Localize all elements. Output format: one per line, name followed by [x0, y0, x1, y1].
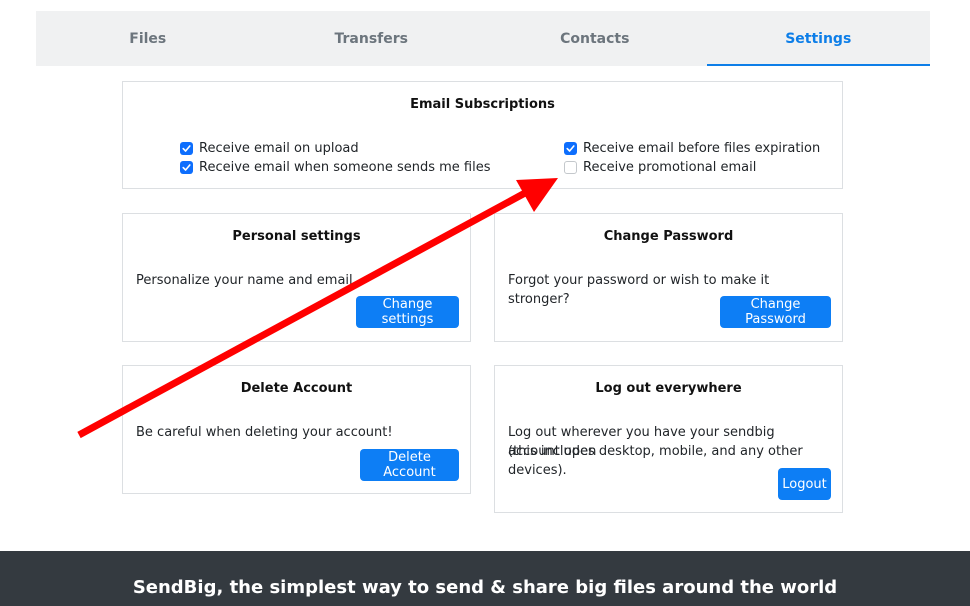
footer: SendBig, the simplest way to send & shar… [0, 551, 970, 606]
option-label: Receive email when someone sends me file… [199, 159, 491, 175]
change-password-button[interactable]: Change Password [720, 296, 831, 328]
personal-settings-description: Personalize your name and email. [136, 273, 357, 288]
personal-settings-title: Personal settings [232, 229, 361, 244]
tab-settings[interactable]: Settings [706, 11, 931, 66]
logout-everywhere-title: Log out everywhere [595, 381, 742, 396]
tab-files[interactable]: Files [36, 11, 260, 66]
option-promotional-email[interactable]: Receive promotional email [564, 158, 756, 176]
email-subscriptions-title: Email Subscriptions [410, 97, 555, 112]
logout-button[interactable]: Logout [778, 468, 831, 500]
option-label: Receive email before files expiration [583, 140, 821, 156]
checkbox-checked-icon[interactable] [180, 141, 193, 155]
option-email-on-upload[interactable]: Receive email on upload [180, 139, 359, 157]
option-label: Receive promotional email [583, 159, 757, 175]
personal-settings-card: Personal settings Personalize your name … [122, 213, 471, 342]
option-email-when-sent-files[interactable]: Receive email when someone sends me file… [180, 158, 491, 176]
tab-contacts[interactable]: Contacts [483, 11, 707, 66]
delete-account-title: Delete Account [240, 381, 353, 396]
checkbox-unchecked-icon[interactable] [564, 160, 577, 174]
change-password-card: Change Password Forgot your password or … [494, 213, 843, 342]
tab-transfers[interactable]: Transfers [260, 11, 484, 66]
option-email-before-expiration[interactable]: Receive email before files expiration [564, 139, 820, 157]
checkbox-checked-icon[interactable] [564, 141, 577, 155]
delete-account-description: Be careful when deleting your account! [136, 425, 393, 440]
change-password-title: Change Password [603, 229, 734, 244]
logout-everywhere-card: Log out everywhere Log out wherever you … [494, 365, 843, 513]
change-settings-button[interactable]: Change settings [356, 296, 459, 328]
option-label: Receive email on upload [199, 140, 359, 156]
delete-account-button[interactable]: Delete Account [360, 449, 459, 481]
footer-tagline: SendBig, the simplest way to send & shar… [132, 577, 838, 598]
delete-account-card: Delete Account Be careful when deleting … [122, 365, 471, 494]
checkbox-checked-icon[interactable] [180, 160, 193, 174]
main-tabs: Files Transfers Contacts Settings [36, 11, 930, 66]
email-subscriptions-card: Email Subscriptions Receive email on upl… [122, 81, 843, 189]
